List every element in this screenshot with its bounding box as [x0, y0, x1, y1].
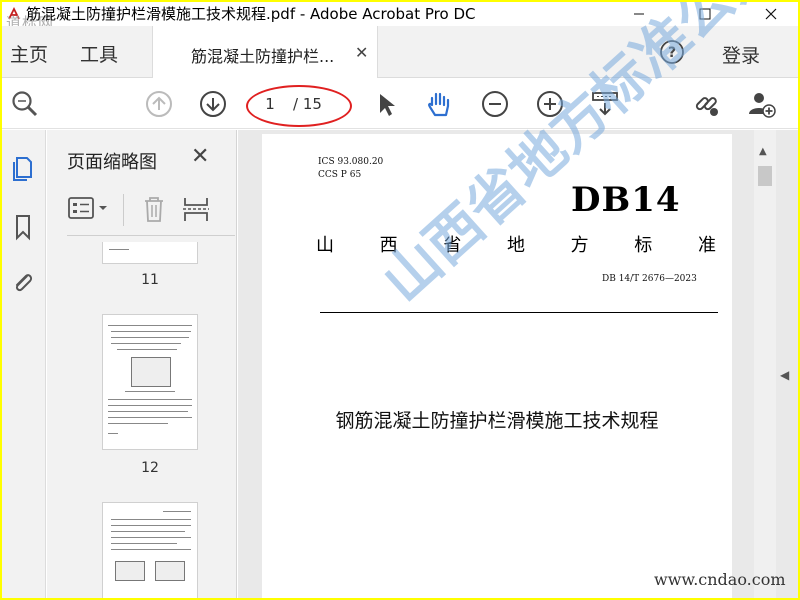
previous-page-icon[interactable] [144, 89, 174, 119]
delete-page-icon[interactable] [139, 194, 169, 224]
page-display-icon[interactable] [590, 89, 620, 119]
title-bar: 道标网 筋混凝土防撞护栏滑模施工技术规程.pdf - Adobe Acrobat… [2, 2, 798, 32]
thumbnail-label-11: 11 [141, 272, 159, 288]
close-tab-icon[interactable]: ✕ [355, 43, 368, 62]
standard-number: DB 14/T 2676—2023 [602, 274, 697, 284]
insert-page-icon[interactable] [181, 194, 211, 224]
page-thumbnails-icon[interactable] [8, 152, 38, 182]
tab-home[interactable]: 主页 [10, 40, 48, 67]
attachment-icon[interactable] [8, 268, 38, 298]
document-tab[interactable]: 筋混凝土防撞护栏... ✕ [152, 26, 378, 78]
zoom-in-icon[interactable] [535, 89, 565, 119]
page-thumbnail-12[interactable] [102, 314, 198, 450]
thumbnail-list: 11 12 [47, 242, 223, 598]
province-standard-heading: 山 西 省 地 方 标 准 [316, 231, 716, 257]
ccs-code: CCS P 65 [318, 170, 362, 180]
left-nav-rail [2, 130, 46, 598]
thumbnails-panel-title: 页面缩略图 [67, 152, 157, 173]
heading-char: 山 [316, 235, 334, 256]
next-page-icon[interactable] [198, 89, 228, 119]
site-watermark-text: www.cndao.com [654, 570, 786, 589]
minimize-icon [634, 13, 644, 15]
hand-tool-icon[interactable] [424, 89, 454, 119]
close-panel-icon[interactable]: ✕ [191, 144, 209, 169]
db14-mark: DB14 [571, 180, 681, 220]
maximize-button[interactable] [682, 2, 728, 26]
page-thumbnail-11[interactable] [102, 242, 198, 264]
expand-right-panel-icon[interactable]: ◀ [780, 368, 794, 388]
page-thumbnail-13[interactable] [102, 502, 198, 598]
ics-code: ICS 93.080.20 [318, 157, 384, 167]
document-scrollbar-thumb[interactable] [758, 166, 772, 186]
thumbnail-label-12: 12 [141, 460, 159, 476]
heading-char: 准 [697, 235, 716, 256]
heading-rule [320, 312, 718, 313]
minimize-button[interactable] [616, 2, 662, 26]
zoom-out-icon[interactable] [480, 89, 510, 119]
site-watermark: www.cndao.com [654, 570, 786, 589]
close-window-button[interactable] [748, 2, 794, 26]
svg-text:?: ? [668, 45, 676, 61]
help-icon[interactable]: ? [659, 39, 685, 65]
page-total: / 15 [293, 95, 322, 113]
thumbnail-options-icon[interactable] [67, 194, 113, 224]
window-title: 筋混凝土防撞护栏滑模施工技术规程.pdf - Adobe Acrobat Pro… [26, 5, 476, 23]
heading-char: 地 [506, 235, 525, 256]
tab-bar: 主页 工具 筋混凝土防撞护栏... ✕ ? 登录 [2, 26, 798, 78]
bookmark-icon[interactable] [8, 212, 38, 242]
maximize-icon [699, 8, 711, 20]
heading-char: 省 [443, 235, 462, 256]
share-link-icon[interactable] [692, 89, 722, 119]
toolbar-divider [123, 194, 124, 226]
page-number-input[interactable] [258, 93, 282, 115]
acrobat-window: 道标网 筋混凝土防撞护栏滑模施工技术规程.pdf - Adobe Acrobat… [2, 2, 798, 598]
close-icon [765, 8, 777, 20]
add-user-icon[interactable] [746, 89, 776, 119]
login-button[interactable]: 登录 [722, 41, 760, 68]
heading-char: 方 [570, 235, 589, 256]
pdf-page: ICS 93.080.20 CCS P 65 DB14 山 西 省 地 方 标 … [262, 134, 732, 598]
heading-char: 西 [379, 235, 398, 256]
thumbnail-tools [67, 186, 235, 236]
toolbar: / 15 [2, 79, 798, 129]
document-tab-label: 筋混凝土防撞护栏... [191, 47, 335, 66]
document-view: ICS 93.080.20 CCS P 65 DB14 山 西 省 地 方 标 … [238, 130, 798, 598]
document-title: 钢筋混凝土防撞护栏滑模施工技术规程 [335, 410, 659, 432]
thumbnails-panel: 页面缩略图 ✕ 11 12 [47, 130, 275, 598]
select-cursor-icon[interactable] [371, 89, 401, 119]
heading-char: 标 [634, 235, 653, 256]
tab-tools[interactable]: 工具 [80, 40, 118, 67]
zoom-search-icon[interactable] [10, 89, 40, 119]
document-scrollbar[interactable]: ▲ [754, 130, 776, 598]
